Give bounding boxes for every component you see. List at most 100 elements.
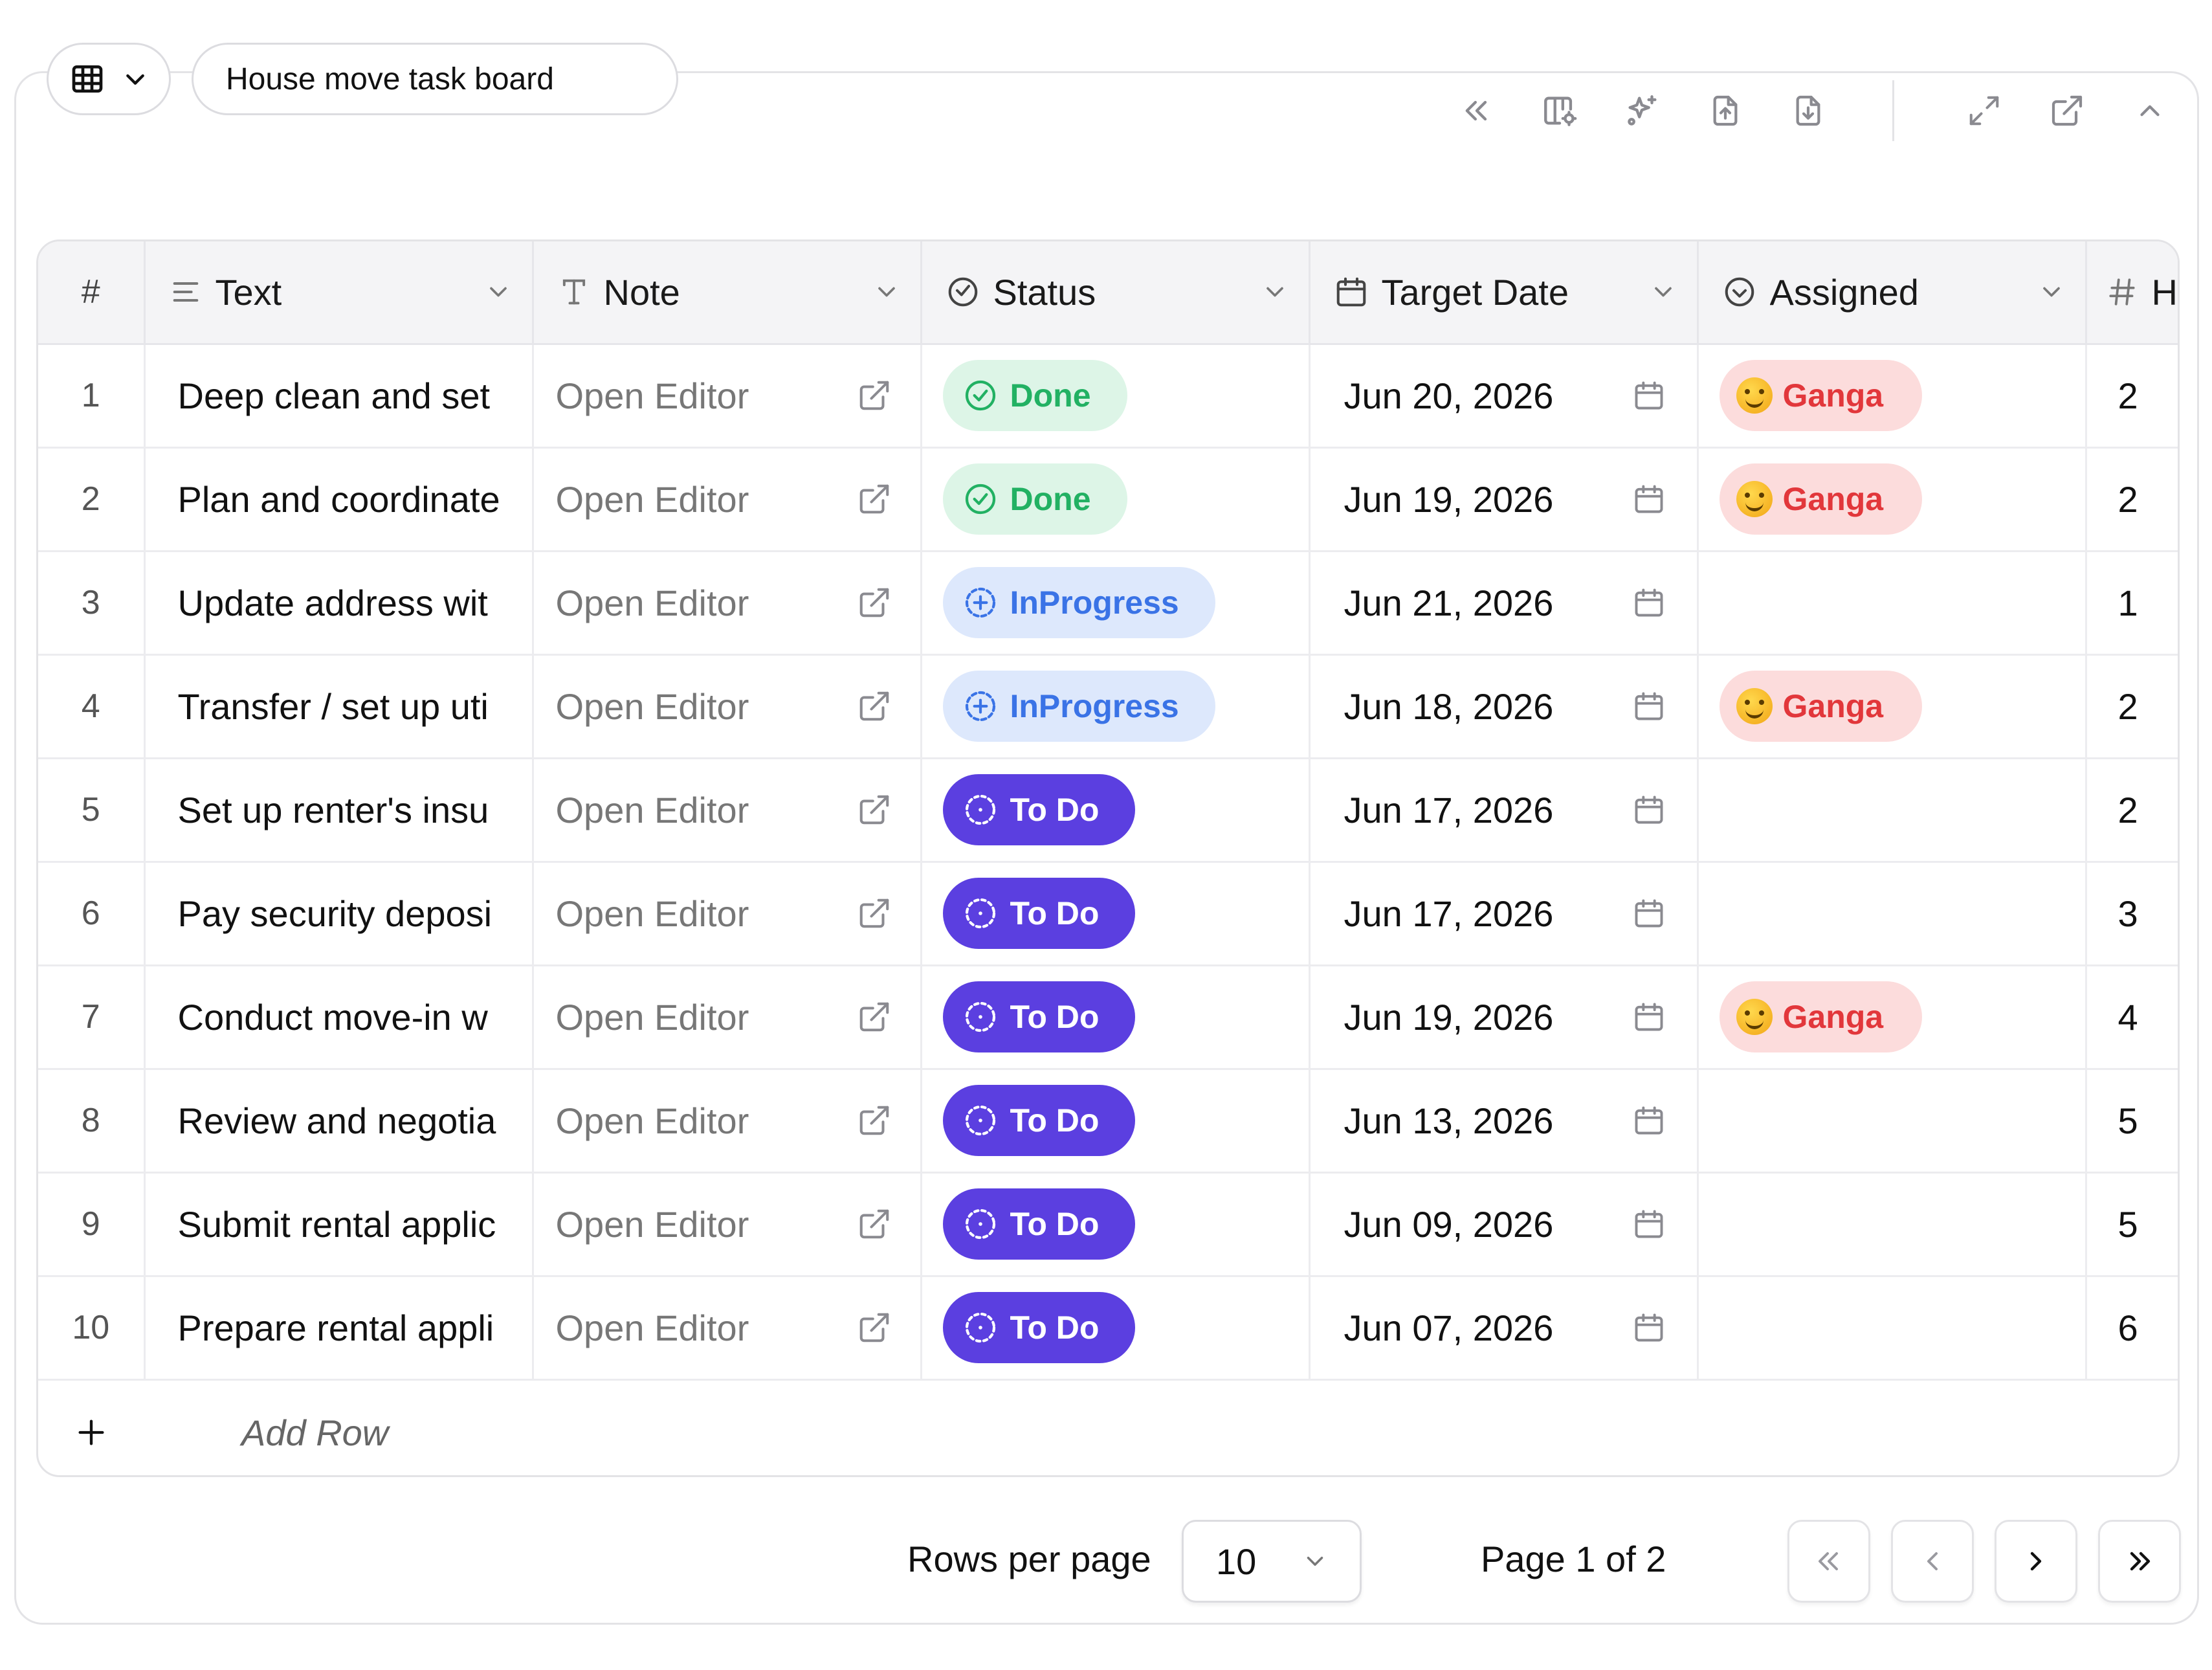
open-external-icon[interactable]	[857, 689, 892, 724]
first-page-button[interactable]	[1787, 1520, 1870, 1603]
cell-target-date[interactable]: Jun 17, 2026	[1309, 862, 1699, 966]
calendar-icon[interactable]	[1632, 1311, 1666, 1344]
cell-hours[interactable]: 1	[2086, 551, 2178, 656]
cell-status[interactable]: Done	[921, 344, 1311, 449]
cell-target-date[interactable]: Jun 21, 2026	[1309, 551, 1699, 656]
table-row[interactable]: 3 Update address wit Open Editor InProgress…	[38, 551, 2178, 656]
column-header-status[interactable]: Status	[921, 241, 1311, 345]
open-external-icon[interactable]	[857, 1310, 892, 1345]
status-badge[interactable]: InProgress	[942, 567, 1215, 638]
assignee-badge[interactable]: Ganga	[1719, 671, 1923, 742]
cell-status[interactable]: To Do	[921, 758, 1311, 863]
table-row[interactable]: 7 Conduct move-in w Open Editor To Do Jun 19…	[38, 965, 2178, 1070]
cell-hours[interactable]: 2	[2086, 758, 2178, 863]
table-row[interactable]: 4 Transfer / set up uti Open Editor InProgr…	[38, 654, 2178, 759]
column-header-assigned[interactable]: Assigned	[1698, 241, 2087, 345]
calendar-icon[interactable]	[1632, 482, 1666, 516]
cell-status[interactable]: InProgress	[921, 654, 1311, 759]
cell-assigned[interactable]	[1698, 1172, 2087, 1277]
open-editor-link[interactable]: Open Editor	[556, 1203, 749, 1245]
cell-hours[interactable]: 2	[2086, 447, 2178, 552]
open-editor-link[interactable]: Open Editor	[556, 582, 749, 624]
column-header-hours[interactable]: H	[2086, 241, 2178, 345]
table-row[interactable]: 6 Pay security deposi Open Editor To Do Jun …	[38, 862, 2178, 966]
cell-text[interactable]: Set up renter's insu	[144, 758, 534, 863]
previous-page-button[interactable]	[1891, 1520, 1974, 1603]
chevron-down-icon[interactable]	[484, 278, 513, 306]
board-title[interactable]: House move task board	[192, 43, 678, 115]
cell-hours[interactable]: 5	[2086, 1172, 2178, 1277]
add-row-button[interactable]: Add Row	[38, 1387, 2178, 1475]
cell-note[interactable]: Open Editor	[533, 1276, 922, 1381]
assignee-badge[interactable]: Ganga	[1719, 463, 1923, 535]
table-row[interactable]: 9 Submit rental applic Open Editor To Do Jun…	[38, 1172, 2178, 1277]
cell-text[interactable]: Review and negotia	[144, 1069, 534, 1174]
collapse-left-icon[interactable]	[1447, 82, 1507, 140]
chevron-down-icon[interactable]	[2037, 278, 2066, 306]
cell-note[interactable]: Open Editor	[533, 1172, 922, 1277]
cell-text[interactable]: Update address wit	[144, 551, 534, 656]
cell-target-date[interactable]: Jun 20, 2026	[1309, 344, 1699, 449]
chevron-down-icon[interactable]	[1261, 278, 1289, 306]
open-editor-link[interactable]: Open Editor	[556, 893, 749, 935]
open-editor-link[interactable]: Open Editor	[556, 1100, 749, 1142]
open-editor-link[interactable]: Open Editor	[556, 1307, 749, 1349]
status-badge[interactable]: To Do	[942, 1188, 1136, 1260]
cell-status[interactable]: Done	[921, 447, 1311, 552]
open-external-icon[interactable]	[857, 999, 892, 1034]
open-editor-link[interactable]: Open Editor	[556, 375, 749, 417]
assignee-badge[interactable]: Ganga	[1719, 360, 1923, 431]
upload-file-icon[interactable]	[1696, 82, 1755, 140]
cell-note[interactable]: Open Editor	[533, 1069, 922, 1174]
cell-note[interactable]: Open Editor	[533, 965, 922, 1070]
cell-text[interactable]: Deep clean and set	[144, 344, 534, 449]
open-editor-link[interactable]: Open Editor	[556, 478, 749, 520]
cell-hours[interactable]: 2	[2086, 654, 2178, 759]
calendar-icon[interactable]	[1632, 689, 1666, 723]
cell-hours[interactable]: 6	[2086, 1276, 2178, 1381]
cell-hours[interactable]: 2	[2086, 344, 2178, 449]
cell-text[interactable]: Submit rental applic	[144, 1172, 534, 1277]
cell-assigned[interactable]: Ganga	[1698, 344, 2087, 449]
cell-hours[interactable]: 3	[2086, 862, 2178, 966]
cell-text[interactable]: Prepare rental appli	[144, 1276, 534, 1381]
cell-assigned[interactable]	[1698, 862, 2087, 966]
calendar-icon[interactable]	[1632, 586, 1666, 619]
cell-note[interactable]: Open Editor	[533, 758, 922, 863]
cell-target-date[interactable]: Jun 19, 2026	[1309, 965, 1699, 1070]
cell-assigned[interactable]: Ganga	[1698, 965, 2087, 1070]
table-row[interactable]: 10 Prepare rental appli Open Editor To Do Ju…	[38, 1276, 2178, 1381]
open-external-icon[interactable]	[857, 482, 892, 517]
cell-note[interactable]: Open Editor	[533, 344, 922, 449]
status-badge[interactable]: Done	[942, 463, 1127, 535]
cell-note[interactable]: Open Editor	[533, 654, 922, 759]
cell-status[interactable]: InProgress	[921, 551, 1311, 656]
status-badge[interactable]: To Do	[942, 1085, 1136, 1156]
cell-status[interactable]: To Do	[921, 1069, 1311, 1174]
rows-per-page-select[interactable]: 10	[1182, 1520, 1362, 1603]
table-row[interactable]: 5 Set up renter's insu Open Editor To Do Jun…	[38, 758, 2178, 863]
open-external-icon[interactable]	[857, 792, 892, 827]
open-external-icon[interactable]	[857, 378, 892, 413]
next-page-button[interactable]	[1995, 1520, 2077, 1603]
table-row[interactable]: 2 Plan and coordinate Open Editor Done Jun 1…	[38, 447, 2178, 552]
column-settings-icon[interactable]	[1530, 82, 1589, 140]
cell-target-date[interactable]: Jun 13, 2026	[1309, 1069, 1699, 1174]
download-file-icon[interactable]	[1778, 82, 1838, 140]
cell-target-date[interactable]: Jun 07, 2026	[1309, 1276, 1699, 1381]
cell-assigned[interactable]	[1698, 551, 2087, 656]
calendar-icon[interactable]	[1632, 793, 1666, 827]
cell-target-date[interactable]: Jun 17, 2026	[1309, 758, 1699, 863]
cell-assigned[interactable]	[1698, 758, 2087, 863]
status-badge[interactable]: To Do	[942, 981, 1136, 1052]
cell-note[interactable]: Open Editor	[533, 862, 922, 966]
cell-status[interactable]: To Do	[921, 1172, 1311, 1277]
cell-status[interactable]: To Do	[921, 965, 1311, 1070]
open-external-icon[interactable]	[2037, 82, 2097, 140]
last-page-button[interactable]	[2098, 1520, 2181, 1603]
cell-assigned[interactable]	[1698, 1276, 2087, 1381]
open-editor-link[interactable]: Open Editor	[556, 996, 749, 1038]
chevron-down-icon[interactable]	[872, 278, 901, 306]
calendar-icon[interactable]	[1632, 896, 1666, 930]
column-header-note[interactable]: Note	[533, 241, 922, 345]
